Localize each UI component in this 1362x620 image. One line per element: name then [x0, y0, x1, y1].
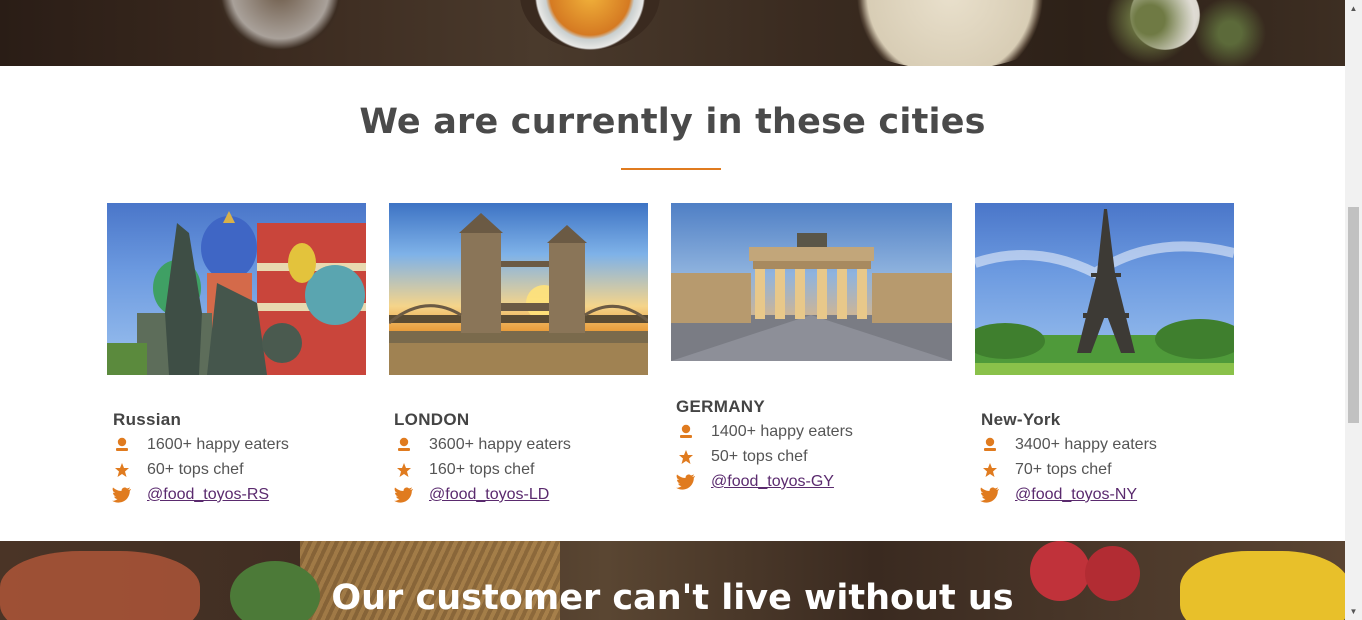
city-name: LONDON — [394, 410, 470, 429]
twitter-stat: @food_toyos-NY — [980, 486, 1137, 504]
star-icon — [112, 460, 132, 480]
chefs-stat: 160+ tops chef — [397, 461, 534, 479]
page: We are currently in these cities Russian… — [0, 0, 1345, 620]
city-card-london: LONDON 3600+ happy eaters 160+ tops chef… — [389, 203, 648, 503]
twitter-stat: @food_toyos-RS — [112, 486, 269, 504]
tower-bridge-illustration — [389, 213, 648, 375]
happy-eaters-stat: 1400+ happy eaters — [680, 423, 853, 441]
twitter-link[interactable]: @food_toyos-RS — [147, 486, 269, 503]
twitter-stat: @food_toyos-LD — [394, 486, 549, 504]
city-photo-new-york — [975, 203, 1234, 375]
eiffel-tower-illustration — [975, 209, 1234, 375]
twitter-link[interactable]: @food_toyos-LD — [429, 486, 549, 503]
twitter-icon — [676, 472, 696, 492]
city-photo-russia — [107, 203, 366, 375]
star-icon — [394, 460, 414, 480]
twitter-icon — [980, 485, 1000, 505]
person-icon — [112, 435, 132, 455]
brandenburg-gate-illustration — [671, 233, 952, 361]
top-food-banner — [0, 0, 1345, 66]
person-icon — [980, 435, 1000, 455]
twitter-link[interactable]: @food_toyos-GY — [711, 473, 834, 490]
chefs-stat: 60+ tops chef — [115, 461, 244, 479]
city-name: Russian — [113, 410, 182, 429]
scroll-up-arrow-icon[interactable]: ▲ — [1345, 0, 1362, 17]
city-photo-germany — [671, 203, 952, 361]
star-icon — [676, 447, 696, 467]
scrollbar-thumb[interactable] — [1348, 207, 1359, 423]
cities-section-title: We are currently in these cities — [359, 102, 986, 142]
person-icon — [394, 435, 414, 455]
happy-eaters-stat: 1600+ happy eaters — [116, 436, 289, 454]
vertical-scrollbar[interactable]: ▲ ▼ — [1345, 0, 1362, 620]
star-icon — [980, 460, 1000, 480]
scroll-down-arrow-icon[interactable]: ▼ — [1345, 603, 1362, 620]
city-name: New-York — [981, 410, 1061, 429]
chefs-stat: 50+ tops chef — [679, 448, 808, 466]
saint-basil-illustration — [107, 211, 366, 375]
chefs-stat: 70+ tops chef — [983, 461, 1112, 479]
city-card-germany: GERMANY 1400+ happy eaters 50+ tops chef… — [671, 203, 952, 490]
title-divider — [621, 168, 721, 170]
twitter-link[interactable]: @food_toyos-NY — [1015, 486, 1137, 503]
testimonials-title: Our customer can't live without us — [331, 578, 1014, 618]
twitter-icon — [394, 485, 414, 505]
city-name: GERMANY — [676, 397, 765, 416]
twitter-stat: @food_toyos-GY — [676, 473, 834, 491]
city-photo-london — [389, 203, 648, 375]
twitter-icon — [112, 485, 132, 505]
city-card-russia: Russian 1600+ happy eaters 60+ tops chef… — [107, 203, 366, 503]
happy-eaters-stat: 3400+ happy eaters — [984, 436, 1157, 454]
person-icon — [676, 422, 696, 442]
city-card-new-york: New-York 3400+ happy eaters 70+ tops che… — [975, 203, 1234, 503]
happy-eaters-stat: 3600+ happy eaters — [398, 436, 571, 454]
